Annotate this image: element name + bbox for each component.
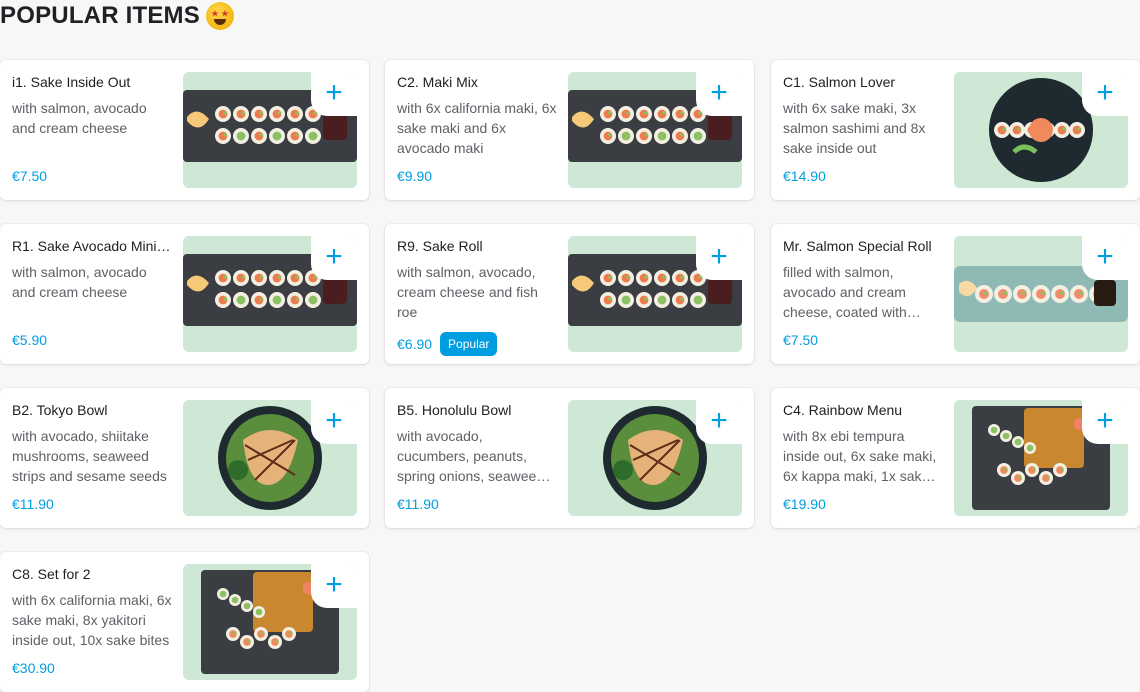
menu-item-card[interactable]: B5. Honolulu Bowl with avocado, cucumbers… xyxy=(385,388,754,528)
menu-item-description: with avocado, shiitake mushrooms, seawee… xyxy=(12,428,167,484)
menu-item-price: €5.90 xyxy=(12,332,48,348)
plus-icon: + xyxy=(325,240,343,273)
popular-badge: Popular xyxy=(440,332,498,356)
menu-item-name: C4. Rainbow Menu xyxy=(783,402,903,418)
menu-item-description: with salmon, avocado and cream cheese xyxy=(12,100,147,136)
add-to-order-button[interactable]: + xyxy=(1082,400,1128,444)
menu-item-name: Mr. Salmon Special Roll xyxy=(783,238,932,254)
menu-item-image[interactable]: + xyxy=(568,72,742,188)
menu-item-image[interactable]: + xyxy=(183,564,357,680)
menu-item-name: i1. Sake Inside Out xyxy=(12,74,131,90)
menu-item-image[interactable]: + xyxy=(954,72,1128,188)
menu-item-description: with 6x california maki, 6x sake maki an… xyxy=(397,100,557,156)
plus-icon: + xyxy=(1096,76,1114,109)
menu-item-image[interactable]: + xyxy=(568,400,742,516)
menu-item-name: C1. Salmon Lover xyxy=(783,74,896,90)
menu-item-image[interactable]: + xyxy=(183,400,357,516)
plus-icon: + xyxy=(1096,240,1114,273)
menu-item-price: €19.90 xyxy=(783,496,826,512)
menu-item-card[interactable]: C8. Set for 2 with 6x california maki, 6x… xyxy=(0,552,369,692)
menu-item-price: €7.50 xyxy=(783,332,819,348)
menu-item-name: C8. Set for 2 xyxy=(12,566,91,582)
menu-item-card[interactable]: C1. Salmon Lover with 6x sake maki, 3x sa… xyxy=(771,60,1140,200)
menu-item-card[interactable]: B2. Tokyo Bowl with avocado, shiitake mus… xyxy=(0,388,369,528)
menu-item-card[interactable]: R9. Sake Roll with salmon, avocado, cream… xyxy=(385,224,754,364)
menu-item-description: with salmon, avocado, cream cheese and f… xyxy=(397,264,538,320)
menu-item-card[interactable]: i1. Sake Inside Out with salmon, avocado … xyxy=(0,60,369,200)
menu-item-price-row: €6.90 Popular xyxy=(397,332,498,356)
menu-item-price: €7.50 xyxy=(12,168,48,184)
plus-icon: + xyxy=(325,76,343,109)
menu-item-info: i1. Sake Inside Out with salmon, avocado … xyxy=(12,72,172,158)
menu-item-info: C1. Salmon Lover with 6x sake maki, 3x sa… xyxy=(783,72,943,158)
menu-item-info: R9. Sake Roll with salmon, avocado, cream… xyxy=(397,236,557,322)
menu-item-name: B5. Honolulu Bowl xyxy=(397,402,512,418)
menu-item-card[interactable]: R1. Sake Avocado Mini Roll with salmon, a… xyxy=(0,224,369,364)
menu-item-price-row: €11.90 xyxy=(12,496,54,512)
plus-icon: + xyxy=(325,568,343,601)
menu-item-price-row: €14.90 xyxy=(783,168,826,184)
menu-item-info: Mr. Salmon Special Roll filled with salmo… xyxy=(783,236,943,322)
menu-item-price: €30.90 xyxy=(12,660,55,676)
menu-item-info: C2. Maki Mix with 6x california maki, 6x … xyxy=(397,72,557,158)
add-to-order-button[interactable]: + xyxy=(1082,236,1128,280)
add-to-order-button[interactable]: + xyxy=(696,72,742,116)
menu-item-price-row: €5.90 xyxy=(12,332,47,348)
menu-item-name: R1. Sake Avocado Mini Roll xyxy=(12,238,172,254)
menu-item-card[interactable]: C4. Rainbow Menu with 8x ebi tempura insi… xyxy=(771,388,1140,528)
menu-item-card[interactable]: Mr. Salmon Special Roll filled with salmo… xyxy=(771,224,1140,364)
menu-item-description: with 6x sake maki, 3x salmon sashimi and… xyxy=(783,100,926,156)
section-title-text: POPULAR ITEMS xyxy=(0,2,200,29)
menu-item-price-row: €30.90 xyxy=(12,660,55,676)
menu-item-info: B2. Tokyo Bowl with avocado, shiitake mus… xyxy=(12,400,172,486)
plus-icon: + xyxy=(710,240,728,273)
menu-item-price: €11.90 xyxy=(397,496,439,512)
menu-item-price-row: €7.50 xyxy=(12,168,47,184)
menu-item-info: R1. Sake Avocado Mini Roll with salmon, a… xyxy=(12,236,172,322)
section-title: POPULAR ITEMS xyxy=(0,2,234,30)
menu-item-image[interactable]: + xyxy=(183,72,357,188)
menu-item-price: €14.90 xyxy=(783,168,826,184)
menu-item-image[interactable]: + xyxy=(954,236,1128,352)
menu-item-description: filled with salmon, avocado and cream ch… xyxy=(783,264,907,320)
plus-icon: + xyxy=(710,76,728,109)
menu-item-price-row: €19.90 xyxy=(783,496,826,512)
menu-item-info: C4. Rainbow Menu with 8x ebi tempura insi… xyxy=(783,400,943,486)
menu-item-info: C8. Set for 2 with 6x california maki, 6x… xyxy=(12,564,172,650)
add-to-order-button[interactable]: + xyxy=(311,564,357,608)
menu-item-price: €9.90 xyxy=(397,168,433,184)
add-to-order-button[interactable]: + xyxy=(1082,72,1128,116)
add-to-order-button[interactable]: + xyxy=(311,236,357,280)
add-to-order-button[interactable]: + xyxy=(696,400,742,444)
menu-item-description: with 8x ebi tempura inside out, 6x sake … xyxy=(783,428,937,484)
plus-icon: + xyxy=(710,404,728,437)
add-to-order-button[interactable]: + xyxy=(696,236,742,280)
menu-item-info: B5. Honolulu Bowl with avocado, cucumbers… xyxy=(397,400,557,486)
menu-item-image[interactable]: + xyxy=(568,236,742,352)
add-to-order-button[interactable]: + xyxy=(311,400,357,444)
menu-item-image[interactable]: + xyxy=(954,400,1128,516)
menu-item-image[interactable]: + xyxy=(183,236,357,352)
menu-item-price: €6.90 xyxy=(397,336,433,352)
add-to-order-button[interactable]: + xyxy=(311,72,357,116)
menu-item-description: with salmon, avocado and cream cheese xyxy=(12,264,147,300)
menu-item-name: C2. Maki Mix xyxy=(397,74,478,90)
menu-item-price-row: €9.90 xyxy=(397,168,432,184)
menu-item-card[interactable]: C2. Maki Mix with 6x california maki, 6x … xyxy=(385,60,754,200)
star-struck-emoji-icon xyxy=(205,2,234,30)
menu-item-name: B2. Tokyo Bowl xyxy=(12,402,108,418)
plus-icon: + xyxy=(1096,404,1114,437)
plus-icon: + xyxy=(325,404,343,437)
menu-item-name: R9. Sake Roll xyxy=(397,238,483,254)
menu-item-price-row: €7.50 xyxy=(783,332,818,348)
menu-item-description: with 6x california maki, 6x sake maki, 8… xyxy=(12,592,172,648)
menu-item-price: €11.90 xyxy=(12,496,54,512)
menu-item-description: with avocado, cucumbers, peanuts, spring… xyxy=(397,428,545,484)
menu-item-price-row: €11.90 xyxy=(397,496,439,512)
